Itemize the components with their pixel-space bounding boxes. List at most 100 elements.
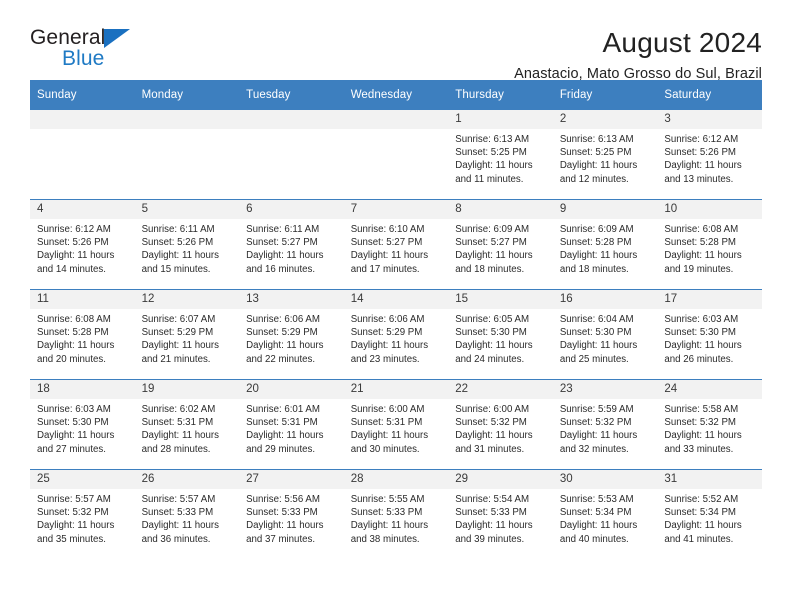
calendar-day-cell[interactable]: 27 Sunrise: 5:56 AM Sunset: 5:33 PM Dayligh…	[239, 469, 344, 559]
calendar-cell-empty	[134, 110, 240, 200]
daylight-duration-line2: and 16 minutes.	[246, 263, 316, 275]
weekday-header-saturday: Saturday	[657, 80, 762, 110]
calendar-day-cell[interactable]: 11 Sunrise: 6:08 AM Sunset: 5:28 PM Dayligh…	[30, 289, 135, 380]
sunset-time: Sunset: 5:32 PM	[664, 417, 736, 429]
sunrise-time: Sunrise: 6:09 AM	[455, 224, 530, 235]
daylight-duration-line1: Daylight: 11 hours	[455, 160, 533, 172]
weekday-header-friday: Friday	[552, 80, 658, 110]
sunrise-time: Sunrise: 5:55 AM	[350, 494, 425, 505]
day-details: Sunrise: 6:01 AM Sunset: 5:31 PM Daylight:…	[239, 399, 344, 456]
daylight-duration-line1: Daylight: 11 hours	[141, 430, 219, 442]
daylight-duration-line1: Daylight: 11 hours	[246, 430, 324, 442]
daylight-duration-line2: and 28 minutes.	[141, 443, 211, 455]
day-details: Sunrise: 5:52 AM Sunset: 5:34 PM Daylight:…	[657, 489, 762, 546]
daylight-duration-line1: Daylight: 11 hours	[350, 520, 429, 532]
calendar-day-cell[interactable]: 25 Sunrise: 5:57 AM Sunset: 5:32 PM Dayligh…	[30, 469, 135, 559]
calendar-day-cell[interactable]: 3 Sunrise: 6:12 AM Sunset: 5:26 PM Daylight…	[657, 110, 762, 200]
sunset-time: Sunset: 5:30 PM	[664, 327, 736, 339]
calendar-day-cell[interactable]: 21 Sunrise: 6:00 AM Sunset: 5:31 PM Dayligh…	[343, 379, 449, 470]
daylight-duration-line1: Daylight: 11 hours	[559, 520, 638, 532]
day-number: 23	[552, 380, 658, 399]
sunrise-time: Sunrise: 6:03 AM	[664, 314, 739, 325]
calendar-day-cell[interactable]: 30 Sunrise: 5:53 AM Sunset: 5:34 PM Dayligh…	[552, 469, 658, 559]
calendar-day-cell[interactable]: 31 Sunrise: 5:52 AM Sunset: 5:34 PM Dayligh…	[657, 469, 762, 559]
calendar-day-cell[interactable]: 20 Sunrise: 6:01 AM Sunset: 5:31 PM Dayligh…	[239, 379, 344, 470]
daylight-duration-line1: Daylight: 11 hours	[664, 520, 742, 532]
daylight-duration-line2: and 18 minutes.	[559, 263, 629, 275]
day-number: 1	[448, 110, 553, 129]
day-number: 20	[239, 380, 344, 399]
calendar-day-cell[interactable]: 6 Sunrise: 6:11 AM Sunset: 5:27 PM Daylight…	[239, 199, 344, 290]
day-details: Sunrise: 6:03 AM Sunset: 5:30 PM Daylight:…	[30, 399, 135, 456]
sunset-time: Sunset: 5:28 PM	[559, 237, 632, 249]
calendar-week-row: 11 Sunrise: 6:08 AM Sunset: 5:28 PM Dayligh…	[30, 289, 762, 380]
day-details: Sunrise: 6:12 AM Sunset: 5:26 PM Daylight:…	[657, 129, 762, 186]
daylight-duration-line1: Daylight: 11 hours	[246, 250, 324, 262]
daylight-duration-line2: and 36 minutes.	[141, 533, 211, 545]
daylight-duration-line2: and 22 minutes.	[246, 353, 316, 365]
daylight-duration-line1: Daylight: 11 hours	[559, 160, 638, 172]
day-details: Sunrise: 6:13 AM Sunset: 5:25 PM Daylight:…	[448, 129, 553, 186]
sunset-time: Sunset: 5:28 PM	[37, 327, 109, 339]
calendar-day-cell[interactable]: 19 Sunrise: 6:02 AM Sunset: 5:31 PM Dayligh…	[134, 379, 240, 470]
calendar-day-cell[interactable]: 5 Sunrise: 6:11 AM Sunset: 5:26 PM Daylight…	[134, 199, 240, 290]
calendar-table: Sunday Monday Tuesday Wednesday Thursday…	[30, 80, 762, 559]
daylight-duration-line2: and 27 minutes.	[37, 443, 106, 455]
sunrise-time: Sunrise: 5:59 AM	[559, 404, 634, 415]
calendar-day-cell[interactable]: 13 Sunrise: 6:06 AM Sunset: 5:29 PM Dayligh…	[239, 289, 344, 380]
calendar-day-cell[interactable]: 4 Sunrise: 6:12 AM Sunset: 5:26 PM Daylight…	[30, 199, 135, 290]
calendar-day-cell[interactable]: 9 Sunrise: 6:09 AM Sunset: 5:28 PM Daylight…	[552, 199, 658, 290]
calendar-day-cell[interactable]: 23 Sunrise: 5:59 AM Sunset: 5:32 PM Dayligh…	[552, 379, 658, 470]
calendar-cell-empty	[30, 110, 135, 200]
sunrise-time: Sunrise: 6:05 AM	[455, 314, 530, 325]
sunset-time: Sunset: 5:29 PM	[246, 327, 318, 339]
day-details: Sunrise: 5:59 AM Sunset: 5:32 PM Daylight:…	[553, 399, 658, 456]
daylight-duration-line1: Daylight: 11 hours	[455, 250, 533, 262]
day-number: 28	[343, 470, 449, 489]
calendar-day-cell[interactable]: 14 Sunrise: 6:06 AM Sunset: 5:29 PM Dayligh…	[343, 289, 449, 380]
calendar-cell-empty	[239, 110, 344, 200]
sunset-time: Sunset: 5:30 PM	[455, 327, 527, 339]
general-blue-logo[interactable]: General Blue	[30, 26, 150, 78]
calendar-day-cell[interactable]: 26 Sunrise: 5:57 AM Sunset: 5:33 PM Dayligh…	[134, 469, 240, 559]
calendar-day-cell[interactable]: 1 Sunrise: 6:13 AM Sunset: 5:25 PM Daylight…	[448, 110, 553, 200]
calendar-day-cell[interactable]: 7 Sunrise: 6:10 AM Sunset: 5:27 PM Daylight…	[343, 199, 449, 290]
calendar-day-cell[interactable]: 22 Sunrise: 6:00 AM Sunset: 5:32 PM Dayligh…	[448, 379, 553, 470]
calendar-day-cell[interactable]: 8 Sunrise: 6:09 AM Sunset: 5:27 PM Daylight…	[448, 199, 553, 290]
day-number: 2	[552, 110, 658, 129]
sunrise-time: Sunrise: 6:07 AM	[141, 314, 216, 325]
daylight-duration-line2: and 19 minutes.	[664, 263, 734, 275]
daylight-duration-line1: Daylight: 11 hours	[559, 340, 638, 352]
daylight-duration-line1: Daylight: 11 hours	[37, 520, 115, 532]
daylight-duration-line2: and 25 minutes.	[559, 353, 629, 365]
calendar-day-cell[interactable]: 12 Sunrise: 6:07 AM Sunset: 5:29 PM Dayligh…	[134, 289, 240, 380]
calendar-day-cell[interactable]: 18 Sunrise: 6:03 AM Sunset: 5:30 PM Dayligh…	[30, 379, 135, 470]
sunset-time: Sunset: 5:25 PM	[455, 147, 527, 159]
day-details: Sunrise: 6:06 AM Sunset: 5:29 PM Daylight:…	[239, 309, 344, 366]
sunrise-time: Sunrise: 6:02 AM	[141, 404, 216, 415]
calendar-day-cell[interactable]: 16 Sunrise: 6:04 AM Sunset: 5:30 PM Dayligh…	[552, 289, 658, 380]
calendar-day-cell[interactable]: 29 Sunrise: 5:54 AM Sunset: 5:33 PM Dayligh…	[448, 469, 553, 559]
calendar-day-cell[interactable]: 24 Sunrise: 5:58 AM Sunset: 5:32 PM Dayligh…	[657, 379, 762, 470]
day-details: Sunrise: 6:05 AM Sunset: 5:30 PM Daylight:…	[448, 309, 553, 366]
sunrise-time: Sunrise: 6:08 AM	[664, 224, 739, 235]
calendar-day-cell[interactable]: 2 Sunrise: 6:13 AM Sunset: 5:25 PM Daylight…	[552, 110, 658, 200]
day-details: Sunrise: 5:53 AM Sunset: 5:34 PM Daylight:…	[553, 489, 658, 546]
day-number: 17	[657, 290, 762, 309]
day-details: Sunrise: 5:55 AM Sunset: 5:33 PM Daylight:…	[344, 489, 449, 546]
daylight-duration-line2: and 24 minutes.	[455, 353, 525, 365]
calendar-day-cell[interactable]: 15 Sunrise: 6:05 AM Sunset: 5:30 PM Dayligh…	[448, 289, 553, 380]
calendar-day-cell[interactable]: 17 Sunrise: 6:03 AM Sunset: 5:30 PM Dayligh…	[657, 289, 762, 380]
calendar-day-cell[interactable]: 10 Sunrise: 6:08 AM Sunset: 5:28 PM Dayligh…	[657, 199, 762, 290]
sunrise-time: Sunrise: 6:04 AM	[559, 314, 634, 325]
sunset-time: Sunset: 5:31 PM	[141, 417, 214, 429]
day-number: 13	[239, 290, 344, 309]
weekday-header-monday: Monday	[134, 80, 240, 110]
day-number: 25	[30, 470, 135, 489]
sunrise-time: Sunrise: 6:00 AM	[350, 404, 425, 415]
day-details: Sunrise: 6:09 AM Sunset: 5:27 PM Daylight:…	[448, 219, 553, 276]
calendar-day-cell[interactable]: 28 Sunrise: 5:55 AM Sunset: 5:33 PM Dayligh…	[343, 469, 449, 559]
day-details: Sunrise: 6:10 AM Sunset: 5:27 PM Daylight:…	[344, 219, 449, 276]
daylight-duration-line1: Daylight: 11 hours	[350, 340, 429, 352]
daylight-duration-line1: Daylight: 11 hours	[559, 430, 638, 442]
